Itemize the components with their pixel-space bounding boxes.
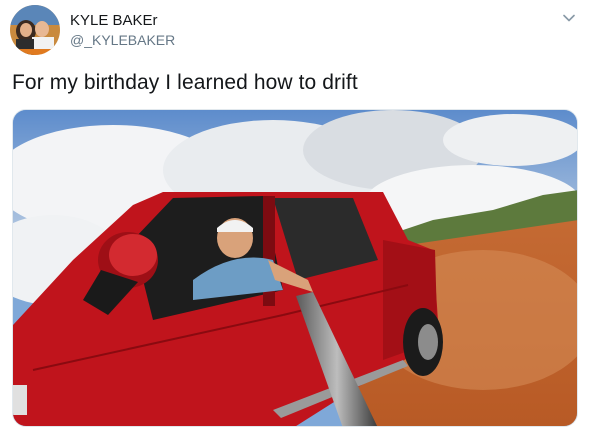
- chevron-down-icon[interactable]: [561, 10, 577, 26]
- display-name[interactable]: KYLE BAKEr: [70, 12, 175, 29]
- tweet-card: KYLE BAKEr @_KYLEBAKER For my birthday I…: [0, 0, 591, 438]
- avatar-image: [10, 5, 60, 55]
- tweet-text: For my birthday I learned how to drift: [12, 71, 358, 94]
- video-frame: [13, 110, 577, 426]
- video-player[interactable]: [12, 109, 578, 427]
- avatar[interactable]: [10, 5, 60, 55]
- author-info: KYLE BAKEr @_KYLEBAKER: [70, 12, 175, 49]
- handle[interactable]: @_KYLEBAKER: [70, 31, 175, 49]
